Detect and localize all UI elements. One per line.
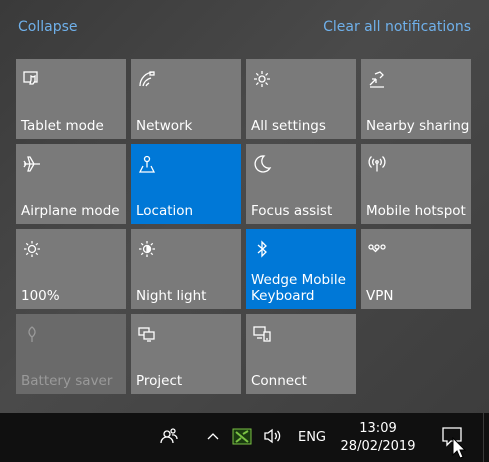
clock-time: 13:09 (359, 420, 397, 436)
show-hidden-icons-button[interactable] (202, 413, 224, 462)
hotspot-icon (365, 153, 389, 175)
tile-label: Nearby sharing (366, 118, 470, 134)
show-desktop-button[interactable] (483, 413, 489, 462)
gear-icon (250, 68, 274, 90)
action-center-panel: Collapse Clear all notifications Tablet … (0, 0, 489, 413)
mouse-cursor-icon (452, 436, 467, 459)
tile-label: Project (136, 373, 183, 389)
tile-label: Night light (136, 288, 207, 304)
tray-app-icon (232, 426, 252, 450)
network-icon (135, 68, 159, 90)
collapse-link[interactable]: Collapse (18, 19, 78, 35)
tile-label: Connect (251, 373, 307, 389)
tray-app-button[interactable] (230, 413, 254, 462)
clear-all-notifications-link[interactable]: Clear all notifications (323, 19, 471, 35)
tile-label: VPN (366, 288, 394, 304)
tile-location[interactable]: Location (131, 144, 241, 224)
people-icon (159, 426, 179, 450)
tile-airplane-mode[interactable]: Airplane mode (16, 144, 126, 224)
bluetooth-icon (250, 238, 274, 260)
tile-focus-assist[interactable]: Focus assist (246, 144, 356, 224)
tile-label: Network (136, 118, 193, 134)
tile-tablet-mode[interactable]: Tablet mode (16, 59, 126, 139)
clock-button[interactable]: 13:09 28/02/2019 (334, 413, 422, 462)
nearby-sharing-icon (365, 68, 389, 90)
tile-label: Wedge Mobile Keyboard (251, 272, 346, 304)
moon-icon (250, 153, 274, 175)
people-button[interactable] (156, 413, 182, 462)
tile-network[interactable]: Network (131, 59, 241, 139)
location-icon (135, 153, 159, 175)
tile-bluetooth[interactable]: Wedge Mobile Keyboard (246, 229, 356, 309)
battery-saver-icon (20, 323, 44, 345)
vpn-icon (365, 238, 389, 260)
tile-label: Tablet mode (21, 118, 104, 134)
airplane-icon (20, 153, 44, 175)
tile-connect[interactable]: Connect (246, 314, 356, 394)
tile-label: Location (136, 203, 194, 219)
brightness-icon (20, 238, 44, 260)
tile-label: Battery saver (21, 373, 113, 389)
tile-label: Mobile hotspot (366, 203, 466, 219)
connect-icon (250, 323, 274, 345)
tile-label: All settings (251, 118, 326, 134)
speaker-icon (262, 426, 282, 450)
language-indicator[interactable]: ENG (294, 413, 330, 462)
tablet-mode-icon (20, 68, 44, 90)
tile-nearby-sharing[interactable]: Nearby sharing (361, 59, 471, 139)
tile-project[interactable]: Project (131, 314, 241, 394)
tile-label: Airplane mode (21, 203, 120, 219)
chevron-up-icon (206, 428, 220, 447)
tile-label: 100% (21, 288, 60, 304)
tile-vpn[interactable]: VPN (361, 229, 471, 309)
tile-night-light[interactable]: Night light (131, 229, 241, 309)
clock-date: 28/02/2019 (340, 438, 416, 454)
tile-battery-saver[interactable]: Battery saver (16, 314, 126, 394)
tile-label: Focus assist (251, 203, 333, 219)
project-icon (135, 323, 159, 345)
tile-mobile-hotspot[interactable]: Mobile hotspot (361, 144, 471, 224)
tile-all-settings[interactable]: All settings (246, 59, 356, 139)
volume-button[interactable] (260, 413, 284, 462)
taskbar: ENG 13:09 28/02/2019 (0, 413, 489, 462)
tile-brightness[interactable]: 100% (16, 229, 126, 309)
night-light-icon (135, 238, 159, 260)
